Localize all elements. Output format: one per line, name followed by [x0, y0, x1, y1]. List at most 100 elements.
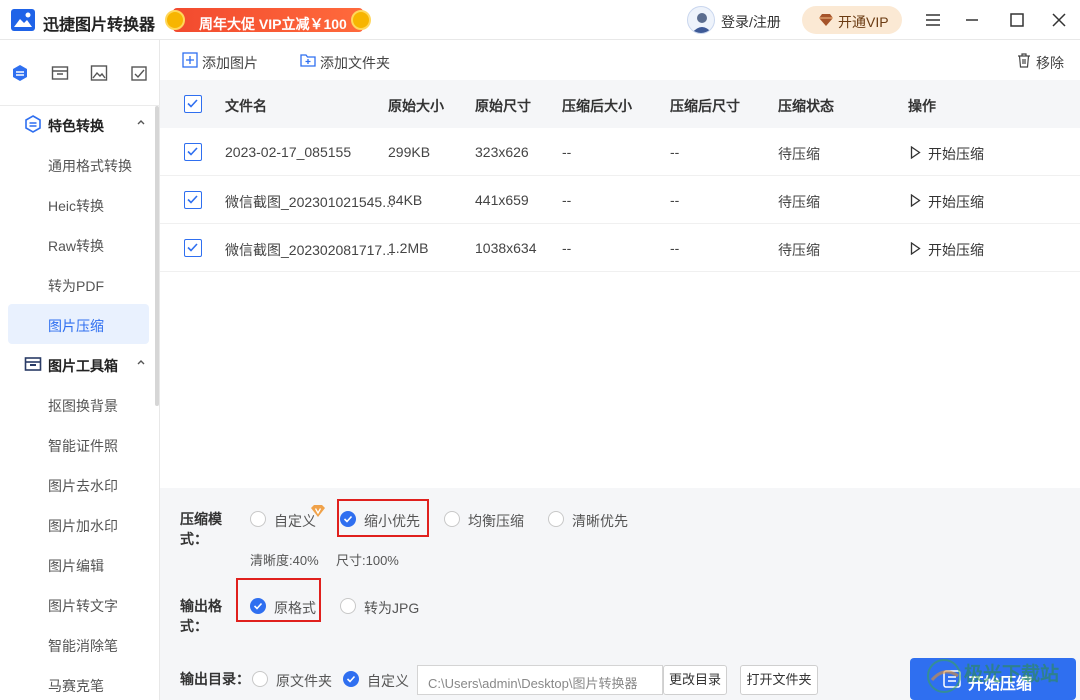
cell-orig-size: 84KB [388, 192, 423, 208]
cell-new-dims: -- [670, 144, 680, 160]
cell-orig-dims: 1038x634 [475, 240, 537, 256]
app-title: 迅捷图片转换器 [43, 17, 156, 34]
col-orig-dims: 原始尺寸 [475, 98, 531, 114]
cell-filename: 微信截图_202302081717... [225, 242, 394, 258]
coin-icon [165, 10, 185, 30]
cell-status: 待压缩 [778, 242, 820, 258]
mode-balanced-radio[interactable]: 均衡压缩 [444, 509, 534, 529]
table-row[interactable]: 微信截图_202302081717... 1.2MB 1038x634 -- -… [160, 224, 1080, 272]
cell-new-size: -- [562, 192, 572, 208]
sidebar: 特色转换 通用格式转换 Heic转换 Raw转换 转为PDF 图片压缩 图片工具… [0, 40, 160, 700]
output-path-input[interactable]: C:\Users\admin\Desktop\图片转换器 [417, 665, 663, 695]
size-value: 尺寸:100% [336, 553, 399, 568]
close-icon[interactable] [1049, 10, 1069, 30]
sidebar-item-ocr[interactable]: 图片转文字 [8, 584, 149, 624]
mode-clarity-first-radio[interactable]: 清晰优先 [548, 509, 638, 529]
output-original-folder-radio[interactable]: 原文件夹 [252, 669, 334, 689]
trash-icon [1018, 53, 1030, 68]
col-new-size: 压缩后大小 [562, 98, 632, 114]
sidebar-item-eraser[interactable]: 智能消除笔 [8, 624, 149, 664]
output-dir-label: 输出目录： [180, 671, 250, 687]
col-status: 压缩状态 [778, 98, 834, 114]
format-jpg-radio[interactable]: 转为JPG [340, 596, 430, 616]
vip-gem-icon [819, 14, 833, 26]
login-link[interactable]: 登录/注册 [721, 12, 781, 32]
cell-new-dims: -- [670, 192, 680, 208]
col-action: 操作 [908, 98, 936, 114]
sidebar-item-general-convert[interactable]: 通用格式转换 [8, 144, 149, 184]
cell-status: 待压缩 [778, 194, 820, 210]
image-icon[interactable] [90, 64, 108, 82]
sidebar-item-mosaic[interactable]: 马赛克笔 [8, 664, 149, 700]
sidebar-item-cutout[interactable]: 抠图换背景 [8, 384, 149, 424]
change-dir-button[interactable]: 更改目录 [663, 665, 727, 695]
row-checkbox[interactable] [184, 143, 202, 161]
group-image-toolbox[interactable]: 图片工具箱 [0, 344, 155, 384]
cell-orig-size: 1.2MB [388, 240, 429, 256]
menu-icon[interactable] [923, 10, 943, 30]
col-orig-size: 原始大小 [388, 98, 444, 114]
convert-icon[interactable] [11, 64, 29, 82]
cell-orig-dims: 323x626 [475, 144, 529, 160]
vip-label: 开通VIP [838, 14, 889, 30]
table-row[interactable]: 微信截图_202301021545... 84KB 441x659 -- -- … [160, 176, 1080, 224]
maximize-icon[interactable] [1007, 10, 1027, 30]
table-row[interactable]: 2023-02-17_085155 299KB 323x626 -- -- 待压… [160, 128, 1080, 176]
sidebar-item-heic[interactable]: Heic转换 [8, 184, 149, 224]
app-logo-icon [11, 9, 35, 31]
clarity-value: 清晰度:40% [250, 553, 319, 568]
checklist-icon[interactable] [130, 64, 148, 82]
cell-new-size: -- [562, 240, 572, 256]
coin-icon [351, 10, 371, 30]
toolbar: 添加图片 添加文件夹 移除 [160, 40, 1080, 80]
sidebar-item-edit[interactable]: 图片编辑 [8, 544, 149, 584]
sidebar-item-compress[interactable]: 图片压缩 [8, 304, 149, 344]
featured-convert-icon [25, 115, 41, 133]
add-image-icon [182, 52, 198, 68]
col-filename: 文件名 [225, 98, 267, 114]
user-avatar-icon[interactable] [687, 6, 715, 34]
toolbox-icon [24, 357, 42, 371]
sidebar-tool-icons [0, 40, 160, 106]
cell-new-dims: -- [670, 240, 680, 256]
remove-button[interactable]: 移除 [1016, 52, 1066, 71]
add-folder-button[interactable]: 添加文件夹 [300, 52, 395, 71]
output-custom-radio[interactable]: 自定义 [343, 669, 413, 689]
table-header: 文件名 原始大小 原始尺寸 压缩后大小 压缩后尺寸 压缩状态 操作 [160, 80, 1080, 128]
add-image-button[interactable]: 添加图片 [182, 52, 262, 71]
select-all-checkbox[interactable] [184, 95, 202, 113]
selection-highlight [236, 578, 321, 622]
vip-button[interactable]: 开通VIP [802, 6, 902, 34]
compress-mode-label: 压缩模式： [180, 511, 222, 547]
cell-filename: 微信截图_202301021545... [225, 194, 394, 210]
sidebar-item-raw[interactable]: Raw转换 [8, 224, 149, 264]
sidebar-item-remove-watermark[interactable]: 图片去水印 [8, 464, 149, 504]
selection-highlight [337, 499, 429, 537]
play-icon [910, 194, 921, 207]
group-featured-convert[interactable]: 特色转换 [0, 104, 155, 144]
row-checkbox[interactable] [184, 191, 202, 209]
title-bar: 迅捷图片转换器 周年大促 VIP立减￥100 登录/注册 开通VIP [0, 0, 1080, 40]
sidebar-item-add-watermark[interactable]: 图片加水印 [8, 504, 149, 544]
play-icon [910, 242, 921, 255]
vip-badge-icon [311, 505, 325, 517]
svg-text:极光下载站: 极光下载站 [964, 662, 1059, 685]
sidebar-item-to-pdf[interactable]: 转为PDF [8, 264, 149, 304]
cell-orig-size: 299KB [388, 144, 431, 160]
toolbox-icon[interactable] [51, 64, 69, 82]
cell-new-size: -- [562, 144, 572, 160]
play-icon [910, 146, 921, 159]
group-label: 图片工具箱 [48, 358, 118, 374]
open-folder-button[interactable]: 打开文件夹 [740, 665, 818, 695]
site-watermark: 极光下载站 [922, 652, 1072, 696]
row-checkbox[interactable] [184, 239, 202, 257]
group-label: 特色转换 [48, 118, 104, 134]
cell-filename: 2023-02-17_085155 [225, 144, 352, 160]
promo-text: 周年大促 VIP立减￥100 [199, 16, 347, 32]
minimize-icon[interactable] [962, 10, 982, 30]
cell-orig-dims: 441x659 [475, 192, 529, 208]
add-folder-icon [300, 54, 316, 67]
sidebar-item-id-photo[interactable]: 智能证件照 [8, 424, 149, 464]
promo-banner[interactable]: 周年大促 VIP立减￥100 [165, 6, 371, 34]
sidebar-scrollbar[interactable] [155, 106, 159, 406]
